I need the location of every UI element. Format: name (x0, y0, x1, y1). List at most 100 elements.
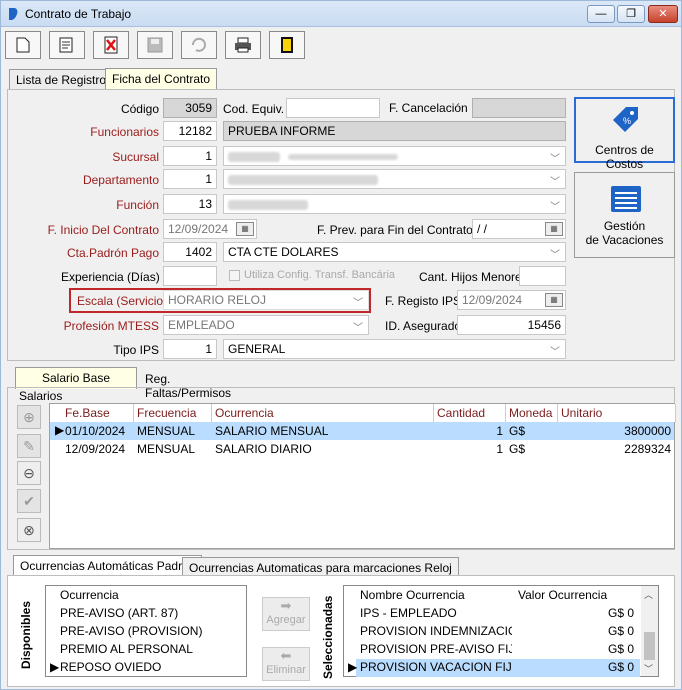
exit-button[interactable] (269, 31, 305, 59)
add-row-icon: ⊕ (23, 408, 35, 425)
col-header-ocurrencia[interactable]: Ocurrencia (212, 404, 434, 422)
utiliza-checkbox[interactable] (229, 270, 240, 281)
delete-button[interactable] (93, 31, 129, 59)
scroll-thumb[interactable] (644, 632, 655, 660)
agregar-button[interactable]: ➡ Agregar (262, 597, 310, 631)
confirm-button[interactable]: ✔ (17, 489, 41, 513)
window-title: Contrato de Trabajo (25, 7, 132, 21)
sucursal-select[interactable]: ﹀ (223, 146, 566, 166)
list-item[interactable]: PRE-AVISO (PROVISION) (56, 623, 206, 641)
sucursal-id-field[interactable]: 1 (163, 146, 217, 166)
profesion-label: Profesión MTESS (63, 319, 159, 333)
maximize-button[interactable]: ❐ (617, 5, 645, 23)
col-header-cantidad[interactable]: Cantidad (434, 404, 506, 422)
svg-text:%: % (623, 116, 631, 126)
printer-icon (235, 37, 251, 53)
funcion-label: Función (116, 198, 159, 212)
table-row[interactable]: PROVISION VACACION FIJO (356, 659, 512, 677)
salarios-grid: Fe.Base Frecuencia Ocurrencia Cantidad M… (49, 403, 676, 549)
table-row[interactable]: 12/09/2024 MENSUAL SALARIO DIARIO 1 G$ 2… (50, 440, 674, 458)
save-icon (147, 37, 163, 53)
col-header-frecuencia[interactable]: Frecuencia (134, 404, 212, 422)
eliminar-button[interactable]: ⬅ Eliminar (262, 647, 310, 681)
experiencia-field[interactable] (163, 266, 217, 286)
toolbar (5, 31, 311, 61)
f-cancelacion-field[interactable] (472, 98, 566, 118)
hijos-field[interactable] (519, 266, 566, 286)
minimize-button[interactable]: — (587, 5, 615, 23)
f-prev-label: F. Prev. para Fin del Contrato (317, 223, 473, 237)
cod-equiv-field[interactable] (286, 98, 380, 118)
departamento-id-field[interactable]: 1 (163, 169, 217, 189)
cancel-button[interactable]: ⊗ (17, 518, 41, 542)
price-tag-icon: % (613, 107, 638, 132)
f-inicio-field[interactable]: 12/09/2024 ▦ (163, 219, 257, 239)
table-row[interactable]: PROVISION PRE-AVISO FIJO (356, 641, 512, 659)
new-button[interactable] (5, 31, 41, 59)
codigo-field[interactable]: 3059 (163, 98, 217, 118)
id-asegurado-field[interactable]: 15456 (457, 315, 566, 335)
tipo-ips-label: Tipo IPS (113, 343, 159, 357)
sucursal-label: Sucursal (112, 150, 159, 164)
centros-costos-button[interactable]: % Centros de Costos (574, 97, 675, 171)
f-prev-field[interactable]: / / ▦ (472, 219, 566, 239)
col-header-fe-base[interactable]: Fe.Base (62, 404, 134, 422)
delete-row-button[interactable]: ⊖ (17, 461, 41, 485)
col-header-nombre[interactable]: Nombre Ocurrencia (356, 587, 469, 605)
seleccionadas-grid: Nombre Ocurrencia Valor Ocurrencia IPS -… (343, 585, 659, 677)
add-row-button[interactable]: ⊕ (17, 405, 41, 429)
table-row[interactable]: IPS - EMPLEADO (356, 605, 512, 623)
list-item[interactable]: PREMIO AL PERSONAL (56, 641, 197, 659)
tipo-ips-select[interactable]: GENERAL ﹀ (223, 339, 566, 359)
funcionarios-id-field[interactable]: 12182 (163, 121, 217, 141)
scroll-down-icon[interactable]: ﹀ (644, 662, 653, 675)
departamento-select[interactable]: ﹀ (223, 169, 566, 189)
funcion-select[interactable]: ﹀ (223, 194, 566, 214)
print-button[interactable] (225, 31, 261, 59)
calendar-icon[interactable]: ▦ (545, 293, 563, 307)
remove-row-icon: ⊖ (23, 464, 35, 481)
departamento-label: Departamento (82, 173, 159, 187)
col-header-unitario[interactable]: Unitario (558, 404, 676, 422)
gestion-label-1: Gestión (603, 219, 646, 233)
table-row[interactable]: PROVISION INDEMNIZACION F (356, 623, 512, 641)
close-button[interactable]: ✕ (648, 5, 678, 23)
vertical-scrollbar[interactable]: ︿ ﹀ (641, 586, 658, 676)
chevron-down-icon: ﹀ (550, 250, 560, 261)
scroll-up-icon[interactable]: ︿ (644, 588, 653, 601)
calendar-icon[interactable]: ▦ (545, 222, 563, 236)
table-row[interactable]: ▶ 01/10/2024 MENSUAL SALARIO MENSUAL 1 G… (50, 422, 674, 440)
gestion-vacaciones-button[interactable]: Gestión de Vacaciones (574, 172, 675, 258)
f-registro-field[interactable]: 12/09/2024 ▦ (457, 290, 566, 310)
edit-icon: ✎ (23, 437, 35, 454)
disponibles-header: Ocurrencia (60, 588, 119, 602)
funcion-id-field[interactable]: 13 (163, 194, 217, 214)
title-bar: Contrato de Trabajo — ❐ ✕ (1, 1, 681, 27)
edit-row-button[interactable]: ✎ (17, 434, 41, 458)
profesion-select[interactable]: EMPLEADO ﹀ (163, 315, 369, 335)
table-form-icon (611, 186, 641, 212)
delete-doc-icon (104, 36, 118, 54)
tab-ocurrencias-reloj[interactable]: Ocurrencias Automaticas para marcaciones… (182, 557, 459, 577)
edit-button[interactable] (49, 31, 85, 59)
tipo-ips-id-field[interactable]: 1 (163, 339, 217, 359)
tab-faltas-permisos[interactable]: Reg. Faltas/Permisos (139, 369, 265, 400)
list-item[interactable]: PRE-AVISO (ART. 87) (56, 605, 182, 623)
cta-select[interactable]: CTA CTE DOLARES ﹀ (223, 242, 566, 262)
tab-ficha-contrato[interactable]: Ficha del Contrato (105, 68, 218, 90)
cta-id-field[interactable]: 1402 (163, 242, 217, 262)
calendar-icon[interactable]: ▦ (236, 222, 254, 236)
tab-ocurrencias-padron[interactable]: Ocurrencias Automáticas Padrón (13, 555, 203, 577)
col-header-moneda[interactable]: Moneda (506, 404, 558, 422)
list-item[interactable]: REPOSO OVIEDO (56, 659, 165, 677)
tab-salario-base[interactable]: Salario Base (15, 367, 137, 389)
save-button[interactable] (137, 31, 173, 59)
undo-button[interactable] (181, 31, 217, 59)
undo-icon (191, 37, 206, 52)
hijos-label: Cant. Hijos Menores (419, 270, 528, 284)
escala-select[interactable]: HORARIO RELOJ ﹀ (163, 290, 369, 310)
col-header-valor[interactable]: Valor Ocurrencia (514, 587, 611, 605)
tab-lista-registros[interactable]: Lista de Registros (9, 69, 120, 89)
arrow-left-icon: ⬅ (280, 648, 292, 663)
f-registro-label: F. Registo IPS (385, 294, 462, 308)
